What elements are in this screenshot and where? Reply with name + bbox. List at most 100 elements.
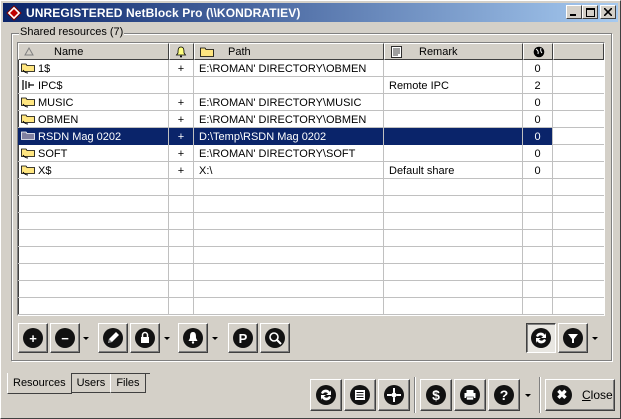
edit-share-button[interactable]: [98, 323, 128, 353]
filter-button[interactable]: [558, 323, 588, 353]
refresh-toggle-button[interactable]: [526, 323, 556, 353]
search-button[interactable]: [260, 323, 290, 353]
empty-row: [18, 196, 604, 213]
lock-dropdown-arrow[interactable]: [162, 323, 172, 353]
column-label-name: Name: [54, 46, 84, 58]
magnifier-icon: [265, 328, 285, 348]
print-button[interactable]: [454, 379, 486, 411]
share-name: IPC$: [38, 79, 63, 92]
maximize-icon: [585, 7, 595, 17]
table-row[interactable]: OBMEN + E:\ROMAN' DIRECTORY\OBMEN 0: [18, 111, 604, 128]
tab-users[interactable]: Users: [70, 374, 112, 393]
cell-name: 1$: [18, 60, 169, 77]
filter-dropdown-arrow[interactable]: [590, 323, 600, 353]
cell-remark: [384, 128, 523, 145]
minimize-icon: [570, 14, 576, 16]
cell-connections: 0: [523, 94, 553, 111]
column-header-connections[interactable]: [523, 43, 553, 60]
folder-icon: [200, 47, 214, 57]
properties-button[interactable]: P: [228, 323, 258, 353]
main-window: UNREGISTERED NetBlock Pro (\\KONDRATIEV)…: [0, 0, 621, 419]
close-button-label: Close: [582, 388, 613, 402]
share-name: MUSIC: [38, 96, 74, 109]
cell-flag: [169, 77, 194, 94]
resources-list[interactable]: Name Path Remark 1$ + E:\ROMAN' DIRECTORY\…: [17, 42, 605, 316]
sync-button[interactable]: [310, 379, 342, 411]
cell-filler: [553, 94, 604, 111]
column-header-alert[interactable]: [169, 43, 194, 60]
empty-row: [18, 281, 604, 298]
table-row[interactable]: MUSIC + E:\ROMAN' DIRECTORY\MUSIC 0: [18, 94, 604, 111]
minimize-button[interactable]: [566, 5, 582, 19]
column-label-path: Path: [228, 46, 251, 58]
printer-icon: [460, 385, 480, 405]
close-button[interactable]: ✖ Close: [545, 379, 615, 411]
cell-flag: +: [169, 162, 194, 179]
properties-icon: P: [233, 328, 253, 348]
tab-files[interactable]: Files: [110, 374, 146, 393]
help-dropdown-arrow[interactable]: [523, 380, 533, 410]
cell-path: E:\ROMAN' DIRECTORY\SOFT: [194, 145, 384, 162]
cell-flag: +: [169, 145, 194, 162]
svg-text:$: $: [432, 387, 440, 403]
column-header-path[interactable]: Path: [194, 43, 384, 60]
dollar-icon: $: [426, 385, 446, 405]
table-row[interactable]: X$ + X:\ Default share 0: [18, 162, 604, 179]
column-header-remark[interactable]: Remark: [384, 43, 523, 60]
cell-flag: +: [169, 128, 194, 145]
cell-remark: Remote IPC: [384, 77, 523, 94]
table-row[interactable]: 1$ + E:\ROMAN' DIRECTORY\OBMEN 0: [18, 60, 604, 77]
cell-filler: [553, 77, 604, 94]
table-row[interactable]: SOFT + E:\ROMAN' DIRECTORY\SOFT 0: [18, 145, 604, 162]
alert-button[interactable]: [178, 323, 208, 353]
cell-remark: [384, 111, 523, 128]
cell-connections: 0: [523, 145, 553, 162]
app-icon: [6, 4, 22, 21]
list-header: Name Path Remark: [18, 43, 604, 60]
remove-dropdown-arrow[interactable]: [81, 323, 91, 353]
note-icon: [391, 46, 402, 58]
network-map-button[interactable]: [378, 379, 410, 411]
share-name: OBMEN: [38, 113, 79, 126]
close-x-icon: ✖: [552, 385, 572, 405]
help-icon: ?: [494, 385, 514, 405]
maximize-button[interactable]: [582, 5, 598, 19]
shared-folder-icon: [21, 114, 35, 125]
cell-filler: [553, 145, 604, 162]
list-icon: [350, 385, 370, 405]
cost-button[interactable]: $: [420, 379, 452, 411]
cell-name: X$: [18, 162, 169, 179]
refresh-icon: [531, 328, 551, 348]
lock-share-button[interactable]: [130, 323, 160, 353]
empty-row: [18, 213, 604, 230]
list-rows: 1$ + E:\ROMAN' DIRECTORY\OBMEN 0 IPC$ Remote …: [18, 60, 604, 315]
title-bar[interactable]: UNREGISTERED NetBlock Pro (\\KONDRATIEV): [3, 3, 618, 22]
network-icon: [384, 385, 404, 405]
list-view-button[interactable]: [344, 379, 376, 411]
close-window-button[interactable]: [600, 5, 616, 19]
cell-connections: 0: [523, 60, 553, 77]
cell-name: MUSIC: [18, 94, 169, 111]
alert-dropdown-arrow[interactable]: [210, 323, 220, 353]
add-share-button[interactable]: +: [18, 323, 48, 353]
cell-connections: 0: [523, 162, 553, 179]
filter-icon: [563, 328, 583, 348]
cell-filler: [553, 162, 604, 179]
table-row[interactable]: RSDN Mag 0202 + D:\Temp\RSDN Mag 0202 0: [18, 128, 604, 145]
cell-path: [194, 77, 384, 94]
remove-share-button[interactable]: −: [50, 323, 80, 353]
svg-text:?: ?: [500, 387, 509, 403]
help-button[interactable]: ?: [488, 379, 520, 411]
globe-icon: [533, 46, 545, 58]
share-name: SOFT: [38, 147, 68, 160]
cell-path: D:\Temp\RSDN Mag 0202: [194, 128, 384, 145]
column-header-name[interactable]: Name: [18, 43, 169, 60]
table-row[interactable]: IPC$ Remote IPC 2: [18, 77, 604, 94]
shared-folder-icon: [21, 165, 35, 176]
tab-resources[interactable]: Resources: [7, 373, 72, 394]
cell-path: E:\ROMAN' DIRECTORY\MUSIC: [194, 94, 384, 111]
cell-path: E:\ROMAN' DIRECTORY\OBMEN: [194, 60, 384, 77]
column-label-remark: Remark: [419, 46, 458, 58]
cell-filler: [553, 128, 604, 145]
column-header-filler: [553, 43, 604, 60]
